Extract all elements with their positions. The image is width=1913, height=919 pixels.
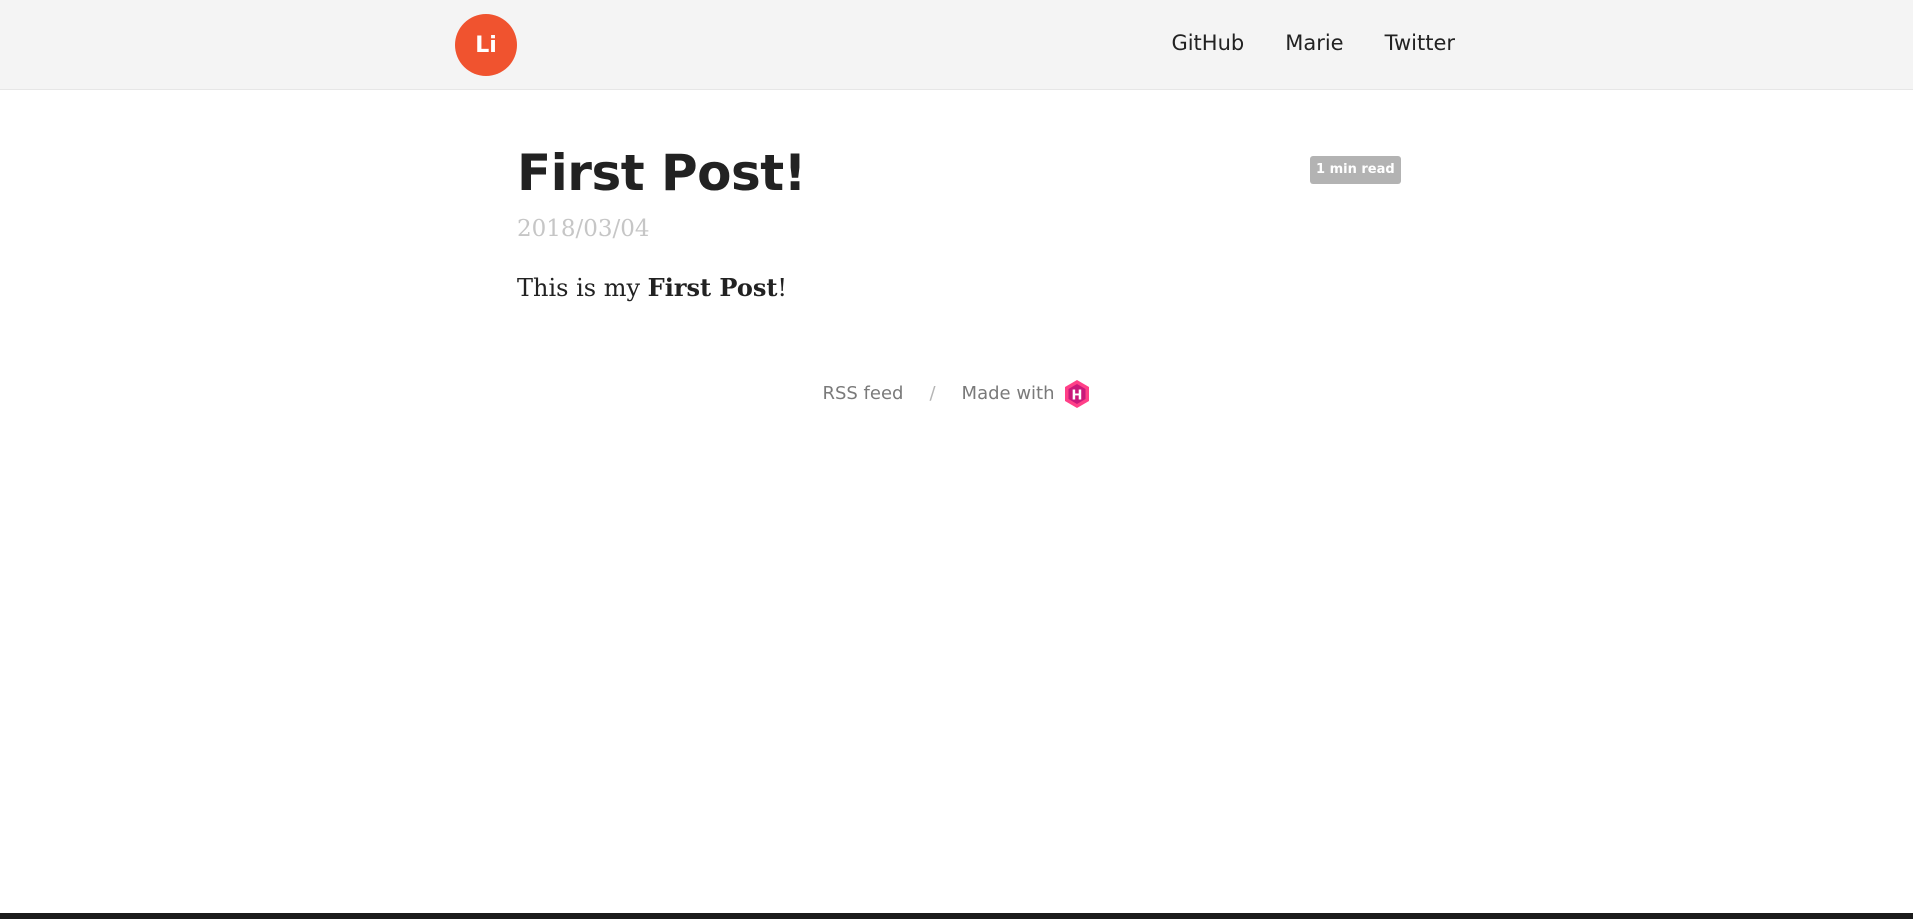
footer-separator: / [929,383,936,404]
nav-link-github[interactable]: GitHub [1171,28,1244,58]
nav-link-marie[interactable]: Marie [1285,28,1343,58]
rss-feed-link[interactable]: RSS feed [822,379,903,409]
post-body-text: This is my [517,274,648,302]
post-body-bold: First Post [647,273,778,302]
window-bottom-strip [0,913,1913,919]
made-with-label: Made with [961,383,1055,404]
post-body-suffix: ! [777,274,788,302]
main-nav: GitHub Marie Twitter [1171,28,1455,58]
logo-text: Li [475,32,497,58]
hugo-icon[interactable]: H [1063,379,1091,409]
top-navbar: Li GitHub Marie Twitter [0,0,1913,90]
post-date: 2018/03/04 [517,216,650,242]
site-footer: RSS feed / Made with H [0,379,1913,409]
svg-text:H: H [1071,389,1082,404]
nav-link-twitter[interactable]: Twitter [1385,28,1455,58]
site-logo[interactable]: Li [455,14,517,76]
reading-time-badge: 1 min read [1310,156,1401,184]
made-with: Made with H [962,379,1091,409]
post-body: This is my First Post! [517,271,787,305]
post-title: First Post! [517,144,806,202]
